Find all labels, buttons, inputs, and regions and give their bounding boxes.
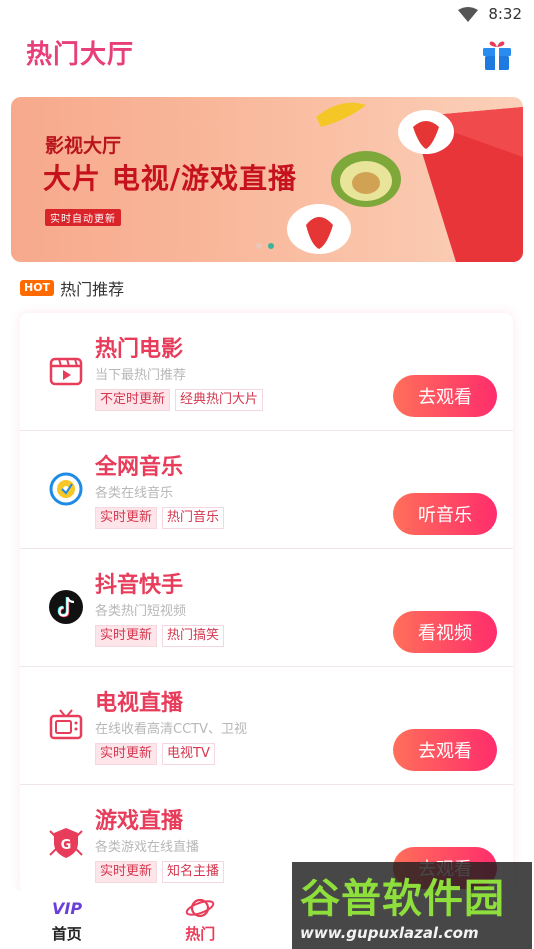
svg-text:VIP: VIP <box>52 899 82 918</box>
page-title: 热门大厅 <box>26 40 135 70</box>
item-desc: 各类游戏在线直播 <box>95 840 200 855</box>
item-desc: 各类热门短视频 <box>95 604 187 619</box>
banner-illustration <box>287 102 523 262</box>
list-item[interactable]: 热门电影 当下最热门推荐 不定时更新 经典热门大片 去观看 <box>20 313 513 431</box>
nav-item-hot[interactable]: 热门 <box>134 890 268 949</box>
item-title: 热门电影 <box>95 337 184 362</box>
carousel-dot-active[interactable] <box>268 243 274 249</box>
video-button[interactable]: 看视频 <box>393 611 497 653</box>
section-label: 热门推荐 <box>60 280 125 299</box>
tiktok-icon <box>49 590 83 624</box>
banner-subtitle: 影视大厅 <box>45 135 122 157</box>
item-tag: 不定时更新 <box>95 389 171 411</box>
promo-banner[interactable]: 影视大厅 大片 电视/游戏直播 实时自动更新 <box>11 97 523 262</box>
music-disc-icon <box>49 472 83 506</box>
watermark-title: 谷普软件园 <box>300 876 505 922</box>
list-item[interactable]: 抖音快手 各类热门短视频 实时更新 热门搞笑 看视频 <box>20 549 513 667</box>
listen-button[interactable]: 听音乐 <box>393 493 497 535</box>
item-tag: 电视TV <box>162 743 215 765</box>
svg-text:G: G <box>61 838 72 853</box>
item-tag: 经典热门大片 <box>175 389 264 411</box>
header: 热门大厅 <box>0 28 534 84</box>
item-tag: 实时更新 <box>95 507 158 529</box>
item-tags: 实时更新 知名主播 <box>95 861 225 883</box>
nav-item-home[interactable]: VIP 首页 <box>0 890 134 949</box>
item-tags: 不定时更新 经典热门大片 <box>95 389 264 411</box>
item-tag: 实时更新 <box>95 861 158 883</box>
watermark: 谷普软件园 www.gupuxlazal.com <box>292 862 532 949</box>
carousel-dot[interactable] <box>256 243 262 249</box>
hot-badge: HOT <box>20 280 55 296</box>
planet-icon <box>185 895 215 921</box>
status-time: 8:32 <box>488 5 522 23</box>
item-tag: 热门搞笑 <box>162 625 225 647</box>
game-shield-icon: G <box>49 828 83 858</box>
film-icon <box>49 357 83 386</box>
wifi-icon <box>458 6 479 22</box>
item-tag: 热门音乐 <box>162 507 225 529</box>
item-desc: 在线收看高清CCTV、卫视 <box>95 722 247 737</box>
banner-title: 大片 电视/游戏直播 <box>43 162 297 195</box>
item-tags: 实时更新 热门音乐 <box>95 507 225 529</box>
list-item[interactable]: 全网音乐 各类在线音乐 实时更新 热门音乐 听音乐 <box>20 431 513 549</box>
nav-label: 热门 <box>185 925 216 943</box>
item-tag: 实时更新 <box>95 743 158 765</box>
status-bar: 8:32 <box>0 0 534 28</box>
tv-icon <box>49 709 83 740</box>
item-title: 全网音乐 <box>95 455 184 480</box>
item-title: 游戏直播 <box>95 809 184 834</box>
item-title: 抖音快手 <box>95 573 184 598</box>
item-title: 电视直播 <box>95 691 184 716</box>
recommend-card: 热门电影 当下最热门推荐 不定时更新 经典热门大片 去观看 全网音乐 各类在线音… <box>20 313 513 893</box>
watermark-url: www.gupuxlazal.com <box>300 924 479 942</box>
item-tag: 知名主播 <box>162 861 225 883</box>
gift-icon[interactable] <box>480 38 514 72</box>
section-header: HOT 热门推荐 <box>20 276 124 300</box>
watch-button[interactable]: 去观看 <box>393 375 497 417</box>
item-tag: 实时更新 <box>95 625 158 647</box>
list-item[interactable]: 电视直播 在线收看高清CCTV、卫视 实时更新 电视TV 去观看 <box>20 667 513 785</box>
item-desc: 各类在线音乐 <box>95 486 174 501</box>
item-tags: 实时更新 电视TV <box>95 743 215 765</box>
item-desc: 当下最热门推荐 <box>95 368 187 383</box>
watch-button[interactable]: 去观看 <box>393 729 497 771</box>
nav-label: 首页 <box>51 925 82 943</box>
vip-icon: VIP <box>52 895 82 921</box>
banner-tag: 实时自动更新 <box>45 209 121 226</box>
item-tags: 实时更新 热门搞笑 <box>95 625 225 647</box>
carousel-indicator[interactable] <box>256 243 274 249</box>
